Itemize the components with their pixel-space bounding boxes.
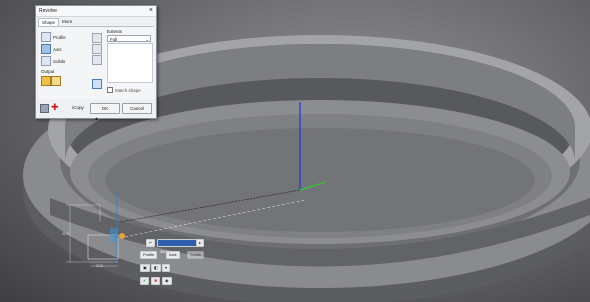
ring-floor-center <box>105 128 535 232</box>
tab-shape[interactable]: Shape <box>38 18 60 26</box>
minitoolbar-enter-button[interactable]: ↵ <box>146 239 156 247</box>
new-solid-icon[interactable] <box>92 79 102 89</box>
extents-label: Extents <box>107 29 123 34</box>
cancel-x-button[interactable]: ✖ <box>151 277 161 285</box>
icopy-button[interactable]: iCopy <box>68 103 88 112</box>
red-plus-icon[interactable]: ✚ <box>51 103 59 112</box>
axis-select-button[interactable]: Axis <box>166 251 180 259</box>
profile-select-button[interactable]: Profile <box>140 251 158 259</box>
solids-icon <box>41 56 51 66</box>
ok-label: OK <box>101 106 109 111</box>
extents-dropdown[interactable]: Full ⌄ <box>107 35 151 42</box>
shape-panel: Profile Axis Solids Output Extents Full … <box>38 27 154 99</box>
ok-button[interactable]: OK <box>90 103 120 114</box>
output-label: Output <box>41 69 55 74</box>
dialog-footer: ✚ iCopy OK Cancel <box>38 101 154 115</box>
icopy-label: iCopy <box>72 105 84 110</box>
close-icon[interactable]: × <box>149 6 153 16</box>
extents-area <box>107 43 153 83</box>
solids-option[interactable]: Solids <box>41 56 65 66</box>
direction-button[interactable]: ▣ <box>140 264 150 272</box>
options-button[interactable]: ◉ <box>162 277 172 285</box>
extents-value: Full <box>110 37 118 42</box>
profile-point <box>119 233 125 239</box>
profile-icon <box>41 32 51 42</box>
help-icon[interactable] <box>40 104 49 113</box>
solids-select-button[interactable]: Solids <box>187 251 204 259</box>
dialog-titlebar[interactable]: Revolve × <box>36 6 156 17</box>
match-shape-checkbox[interactable] <box>107 87 113 93</box>
match-shape-option[interactable]: Match shape <box>107 87 141 93</box>
output-surface-icon[interactable] <box>51 76 61 86</box>
cancel-label: Cancel <box>129 106 144 111</box>
profile-option[interactable]: Profile <box>41 32 66 42</box>
operation-button[interactable]: ▾ <box>162 264 171 272</box>
tab-more[interactable]: More <box>59 18 75 26</box>
chevron-down-icon[interactable]: ▲ <box>94 116 99 122</box>
profile-button-label: Profile <box>143 252 155 257</box>
join-icon[interactable] <box>92 33 102 43</box>
intersect-icon[interactable] <box>92 55 102 65</box>
cut-icon[interactable] <box>92 44 102 54</box>
solids-label: Solids <box>53 58 66 64</box>
profile-highlight <box>110 228 118 242</box>
solids-button-label: Solids <box>190 252 201 257</box>
angle-input[interactable]: 360 <box>157 239 197 254</box>
output-solid-icon[interactable] <box>41 76 51 86</box>
dimension-label[interactable]: 22.5 <box>96 264 103 268</box>
revolve-dialog: Revolve × Shape More Profile Axis Solids… <box>35 5 157 122</box>
dialog-title: Revolve <box>39 8 58 14</box>
axis-button-label: Axis <box>169 252 177 257</box>
ok-check-button[interactable]: ✔ <box>140 277 150 285</box>
flip-button[interactable]: ◧ <box>151 264 161 272</box>
dialog-tabs: Shape More <box>38 18 154 27</box>
axis-icon <box>41 44 51 54</box>
profile-label: Profile <box>53 34 66 40</box>
angle-dropdown-button[interactable]: ▸ <box>196 239 205 247</box>
match-shape-label: Match shape <box>115 87 141 93</box>
dimension-label[interactable]: 22.5 <box>62 232 69 236</box>
chevron-down-icon: ⌄ <box>145 37 149 42</box>
cancel-button[interactable]: Cancel <box>122 103 152 114</box>
axis-label: Axis <box>53 46 62 52</box>
axis-option[interactable]: Axis <box>41 44 62 54</box>
